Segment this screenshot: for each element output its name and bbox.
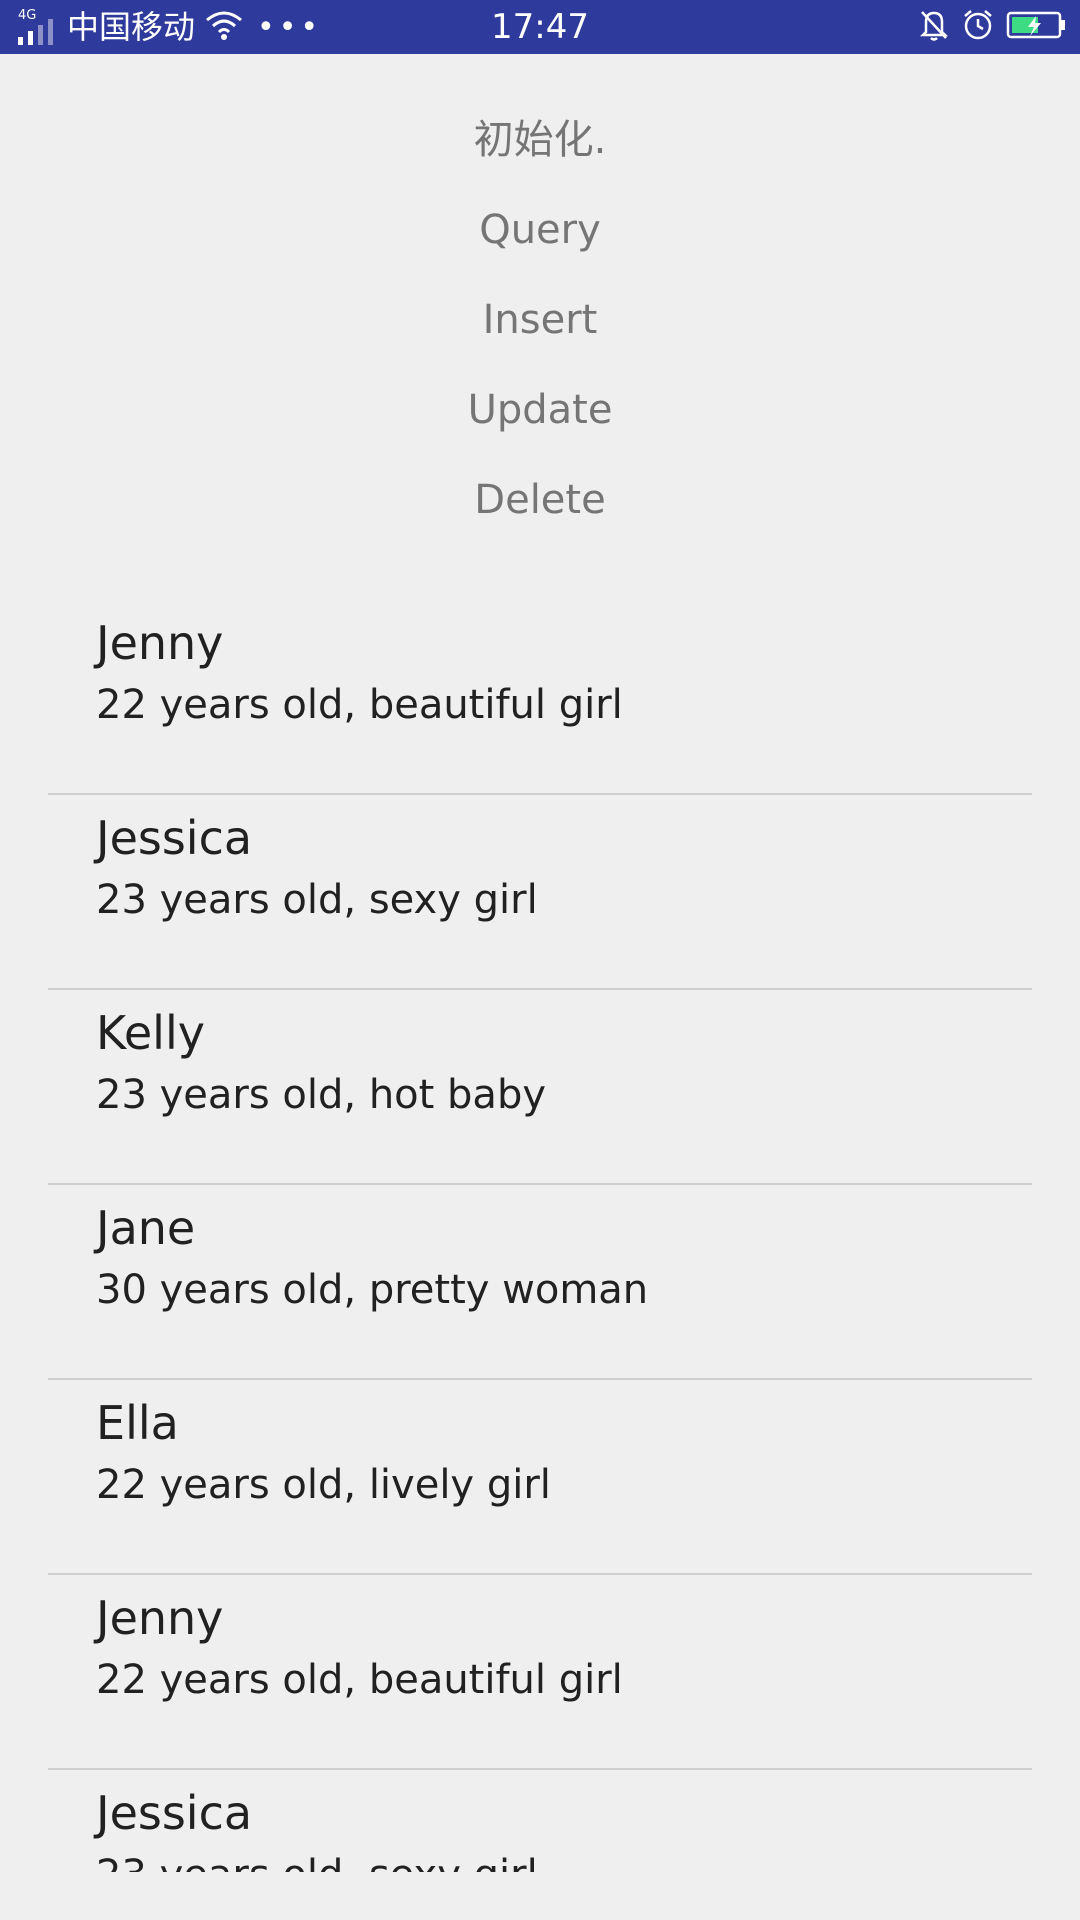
- delete-button[interactable]: Delete: [0, 455, 1080, 545]
- item-description: 23 years old, sexy girl: [96, 1852, 538, 1872]
- update-button[interactable]: Update: [0, 365, 1080, 455]
- item-description: 23 years old, sexy girl: [96, 877, 538, 923]
- status-right: [918, 0, 1066, 54]
- item-description: 22 years old, lively girl: [96, 1462, 551, 1508]
- query-button[interactable]: Query: [0, 185, 1080, 275]
- list-item[interactable]: Jane 30 years old, pretty woman: [48, 1185, 1032, 1380]
- insert-button[interactable]: Insert: [0, 275, 1080, 365]
- item-name: Jessica: [96, 1786, 253, 1840]
- list-item[interactable]: Ella 22 years old, lively girl: [48, 1380, 1032, 1575]
- battery-charging-icon: [1006, 10, 1066, 44]
- item-name: Jessica: [96, 811, 253, 865]
- person-list[interactable]: Jenny 22 years old, beautiful girl Jessi…: [48, 600, 1032, 1872]
- item-description: 23 years old, hot baby: [96, 1072, 546, 1118]
- status-bar: 4G 中国移动 ••• 17:47: [0, 0, 1080, 54]
- alarm-icon: [962, 8, 994, 46]
- item-description: 30 years old, pretty woman: [96, 1267, 649, 1313]
- list-item[interactable]: Jenny 22 years old, beautiful girl: [48, 600, 1032, 795]
- list-item[interactable]: Kelly 23 years old, hot baby: [48, 990, 1032, 1185]
- item-name: Jane: [96, 1201, 196, 1255]
- list-item[interactable]: Jenny 22 years old, beautiful girl: [48, 1575, 1032, 1770]
- item-name: Jenny: [96, 616, 224, 670]
- item-description: 22 years old, beautiful girl: [96, 1657, 623, 1703]
- item-description: 22 years old, beautiful girl: [96, 682, 623, 728]
- list-item[interactable]: Jessica 23 years old, sexy girl: [48, 795, 1032, 990]
- list-item[interactable]: Jessica 23 years old, sexy girl: [48, 1770, 1032, 1872]
- item-name: Jenny: [96, 1591, 224, 1645]
- mute-icon: [918, 8, 950, 46]
- action-menu: 初始化. Query Insert Update Delete: [0, 95, 1080, 545]
- item-name: Kelly: [96, 1006, 205, 1060]
- item-name: Ella: [96, 1396, 179, 1450]
- init-button[interactable]: 初始化.: [0, 95, 1080, 185]
